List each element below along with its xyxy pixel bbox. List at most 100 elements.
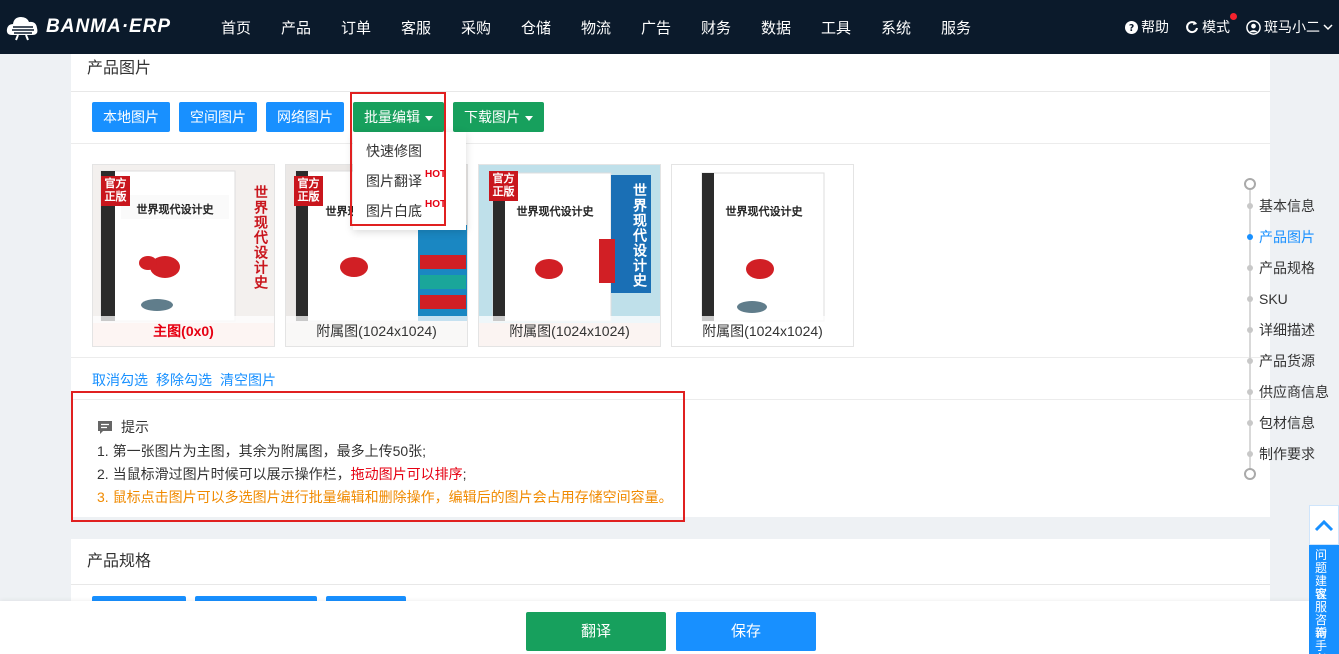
section-title: 产品规格 — [71, 539, 1270, 585]
anchor-label: 产品货源 — [1259, 353, 1315, 369]
image-thumb[interactable]: 世界现代设计史 官方正版 世界现代设计史 附属图(1024x1024) — [478, 164, 661, 347]
anchor-label: 供应商信息 — [1259, 384, 1329, 400]
anchor-dot — [1247, 203, 1253, 209]
tip-line-2-highlight: 拖动图片可以排序 — [350, 466, 463, 482]
network-images-button[interactable]: 网络图片 — [266, 102, 344, 132]
nav-logistics[interactable]: 物流 — [566, 17, 626, 38]
nav-data[interactable]: 数据 — [746, 17, 806, 38]
translate-button[interactable]: 翻译 — [526, 612, 666, 651]
space-images-button[interactable]: 空间图片 — [179, 102, 257, 132]
top-right-menu: ? 帮助 模式 斑马小二 — [1109, 0, 1339, 54]
anchor-product-images[interactable]: 产品图片 — [1243, 227, 1339, 247]
anchor-description[interactable]: 详细描述 — [1243, 320, 1339, 340]
nav-customer-service[interactable]: 客服 — [386, 17, 446, 38]
caret-down-icon — [525, 115, 533, 121]
batch-edit-label: 批量编辑 — [364, 109, 420, 125]
help-link[interactable]: ? 帮助 — [1125, 17, 1169, 37]
nav-system[interactable]: 系统 — [866, 17, 926, 38]
anchor-dot — [1247, 451, 1253, 457]
official-seal-badge: 官方正版 — [294, 176, 323, 206]
cover-vertical-title: 世界现代设计史 — [253, 185, 269, 290]
anchor-packaging-info[interactable]: 包材信息 — [1243, 413, 1339, 433]
hot-badge: HOT — [425, 169, 447, 180]
nav-ads[interactable]: 广告 — [626, 17, 686, 38]
local-images-button[interactable]: 本地图片 — [92, 102, 170, 132]
tips-title: 提示 — [121, 419, 149, 435]
image-caption: 附属图(1024x1024) — [286, 316, 467, 346]
top-navbar: BANMA·ERP 首页 产品 订单 客服 采购 仓储 物流 广告 财务 数据 … — [0, 0, 1339, 54]
tips-header: 提示 — [97, 416, 673, 439]
bottom-action-bar: 翻译 保存 — [0, 601, 1309, 654]
download-images-button[interactable]: 下载图片 — [453, 102, 544, 132]
download-label: 下载图片 — [464, 109, 520, 125]
nav-warehouse[interactable]: 仓储 — [506, 17, 566, 38]
comment-icon — [98, 421, 112, 434]
logo-text: BANMA·ERP — [46, 16, 172, 37]
image-toolbar: 本地图片 空间图片 网络图片 批量编辑 下载图片 — [92, 102, 553, 132]
image-thumb[interactable]: 世界现代设计史 附属图(1024x1024) — [671, 164, 854, 347]
tip-line-1: 1. 第一张图片为主图，其余为附属图，最多上传50张; — [97, 443, 427, 459]
anchor-bottom-ring — [1244, 468, 1256, 480]
user-menu[interactable]: 斑马小二 — [1246, 17, 1336, 37]
nav-tools[interactable]: 工具 — [806, 17, 866, 38]
floating-helper: 问题建议 客服咨询 新手必看 — [1309, 505, 1339, 654]
anchor-label: 产品图片 — [1259, 229, 1315, 245]
menu-item-white-background[interactable]: 图片白底 HOT — [353, 196, 466, 226]
logo[interactable]: BANMA·ERP — [6, 13, 206, 41]
customer-service-link[interactable]: 客服咨询 — [1309, 584, 1327, 640]
mode-label: 模式 — [1202, 19, 1230, 35]
user-name: 斑马小二 — [1264, 19, 1320, 35]
help-label: 帮助 — [1141, 19, 1169, 35]
anchor-basic-info[interactable]: 基本信息 — [1243, 196, 1339, 216]
anchor-sku[interactable]: SKU — [1243, 289, 1339, 309]
image-caption: 附属图(1024x1024) — [672, 316, 853, 346]
anchor-top-ring — [1244, 178, 1256, 190]
nav-orders[interactable]: 订单 — [326, 17, 386, 38]
menu-item-label: 图片翻译 — [366, 173, 422, 189]
tip-line-2-text: 2. 当鼠标滑过图片时候可以展示操作栏， — [97, 466, 351, 482]
clear-images-link[interactable]: 清空图片 — [220, 370, 276, 390]
anchor-dot — [1247, 234, 1253, 240]
svg-text:世界现代设计史: 世界现代设计史 — [726, 204, 804, 218]
save-button[interactable]: 保存 — [676, 612, 816, 651]
anchor-nav: 基本信息 产品图片 产品规格 SKU 详细描述 产品货源 供应商信息 包材信息 … — [1243, 178, 1339, 488]
anchor-dot — [1247, 420, 1253, 426]
menu-item-label: 快速修图 — [366, 143, 422, 159]
cover-vertical-title: 世界现代设计史 — [632, 183, 648, 288]
beginner-guide-link[interactable]: 新手必看 — [1309, 623, 1327, 654]
back-to-top-button[interactable] — [1309, 505, 1339, 545]
image-thumb-main[interactable]: 世界现代设计史 官方正版 世界现代设计史 主图(0x0) — [92, 164, 275, 347]
svg-text:?: ? — [1129, 23, 1134, 34]
svg-text:世界现代设计史: 世界现代设计史 — [517, 204, 595, 218]
anchor-product-spec[interactable]: 产品规格 — [1243, 258, 1339, 278]
menu-item-label: 图片白底 — [366, 203, 422, 219]
remove-selected-link[interactable]: 移除勾选 — [156, 370, 212, 390]
anchor-label: 基本信息 — [1259, 198, 1315, 214]
nav-finance[interactable]: 财务 — [686, 17, 746, 38]
batch-edit-button[interactable]: 批量编辑 — [353, 102, 444, 132]
cancel-selection-link[interactable]: 取消勾选 — [92, 370, 148, 390]
tip-line-3: 3. 鼠标点击图片可以多选图片进行批量编辑和删除操作，编辑后的图片会占用存储空间… — [97, 489, 673, 505]
anchor-label: 制作要求 — [1259, 446, 1315, 462]
anchor-dot — [1247, 358, 1253, 364]
anchor-production-req[interactable]: 制作要求 — [1243, 444, 1339, 464]
selection-links: 取消勾选 移除勾选 清空图片 — [92, 370, 284, 390]
anchor-supplier-info[interactable]: 供应商信息 — [1243, 382, 1339, 402]
user-avatar-icon — [1246, 19, 1261, 35]
nav-home[interactable]: 首页 — [206, 17, 266, 38]
anchor-dot — [1247, 265, 1253, 271]
anchor-label: 详细描述 — [1259, 322, 1315, 338]
chevron-up-icon — [1314, 519, 1334, 532]
nav-purchasing[interactable]: 采购 — [446, 17, 506, 38]
tip-line-2: 2. 当鼠标滑过图片时候可以展示操作栏，拖动图片可以排序; — [97, 463, 673, 486]
menu-item-quick-edit[interactable]: 快速修图 — [353, 136, 466, 166]
anchor-product-source[interactable]: 产品货源 — [1243, 351, 1339, 371]
mode-toggle[interactable]: 模式 — [1185, 13, 1237, 37]
nav-products[interactable]: 产品 — [266, 17, 326, 38]
feedback-link[interactable]: 问题建议 — [1309, 545, 1327, 601]
svg-text:世界现代设计史: 世界现代设计史 — [137, 202, 215, 216]
product-images-section: 产品图片 本地图片 空间图片 网络图片 批量编辑 下载图片 快速修图 图片翻译 H… — [71, 54, 1270, 522]
nav-services[interactable]: 服务 — [926, 17, 986, 38]
notification-dot — [1230, 13, 1237, 20]
menu-item-image-translate[interactable]: 图片翻译 HOT — [353, 166, 466, 196]
